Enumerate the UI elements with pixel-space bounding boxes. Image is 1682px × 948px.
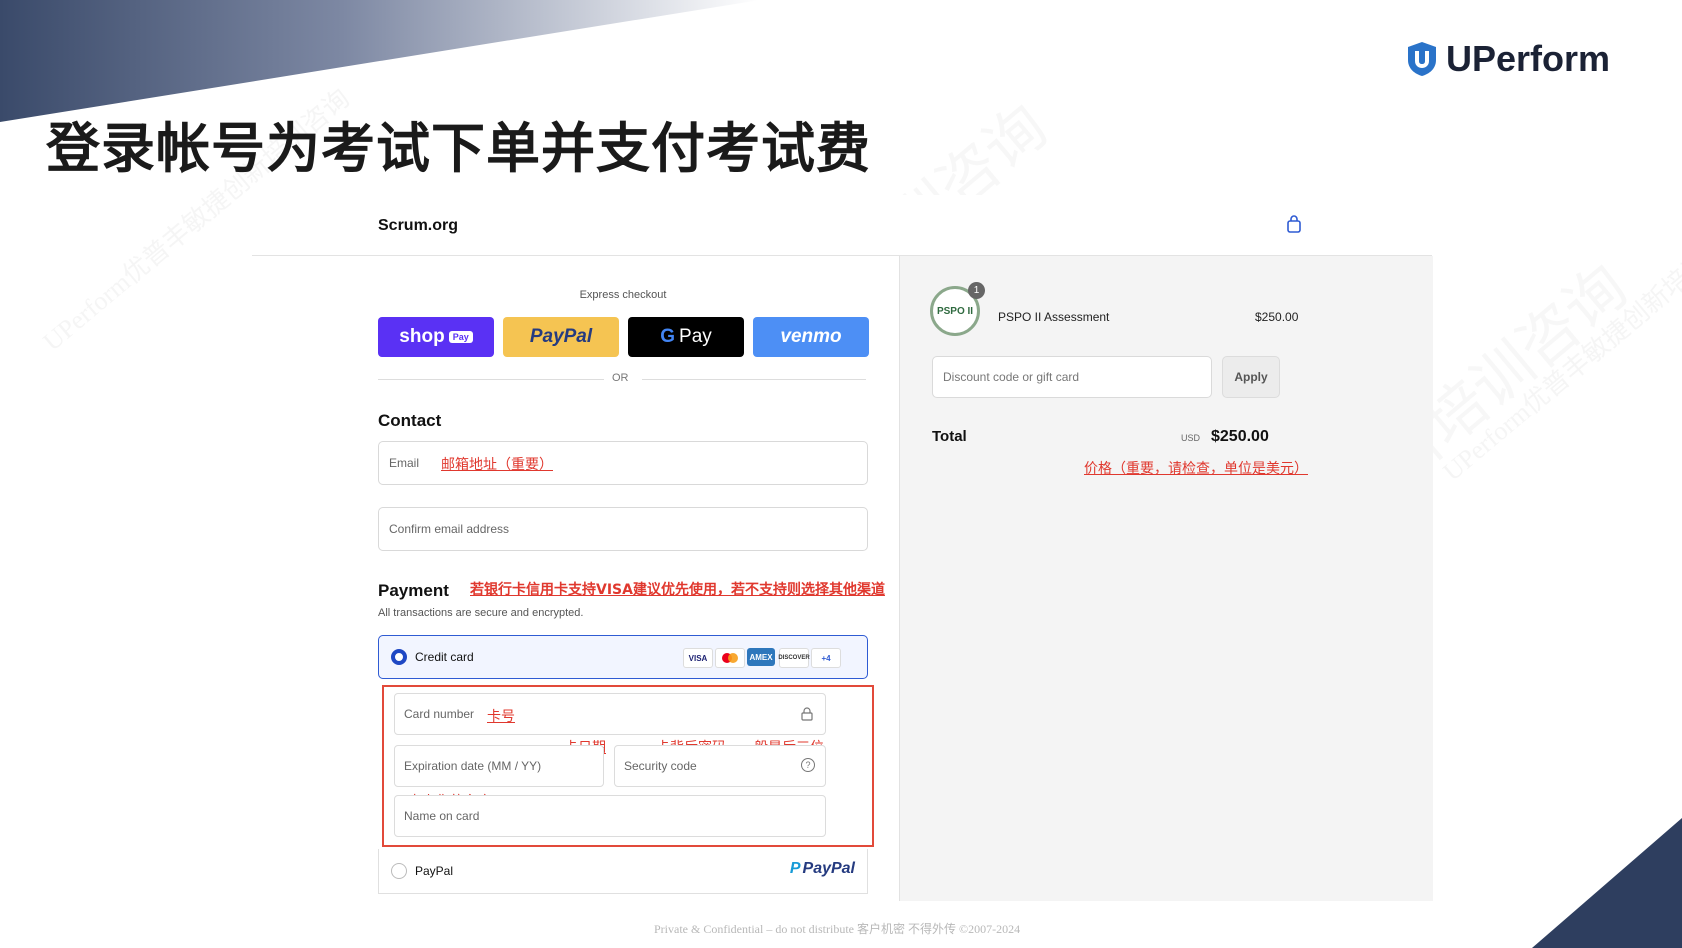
expiration-label: Expiration date (MM / YY) xyxy=(404,759,542,773)
security-code-input[interactable]: Security code ? xyxy=(614,745,826,787)
card-number-annotation: 卡号 xyxy=(487,709,515,725)
paypal-logo: P PayPal xyxy=(790,860,855,878)
currency-code: USD xyxy=(1181,433,1201,443)
secure-note: All transactions are secure and encrypte… xyxy=(378,607,584,619)
paypal-label: PayPal xyxy=(415,864,454,878)
name-on-card-label: Name on card xyxy=(404,809,480,823)
total-value: $250.00 xyxy=(1211,428,1269,445)
logo-text: UPerform xyxy=(1446,38,1611,79)
shield-logo-icon xyxy=(1408,42,1436,76)
shopping-bag-icon[interactable] xyxy=(1286,215,1302,233)
express-checkout-label: Express checkout xyxy=(579,289,667,301)
paypal-radio[interactable] xyxy=(391,863,407,879)
order-summary: PSPO II 1 PSPO II Assessment $250.00 Dis… xyxy=(899,256,1433,901)
discount-input[interactable]: Discount code or gift card xyxy=(932,356,1212,398)
total-label: Total xyxy=(932,428,967,445)
product-thumbnail: PSPO II 1 xyxy=(930,282,985,336)
expiration-input[interactable]: Expiration date (MM / YY) xyxy=(394,745,604,787)
divider xyxy=(642,379,866,380)
email-annotation: 邮箱地址（重要） xyxy=(441,457,553,473)
amex-icon: AMEX xyxy=(747,648,775,666)
help-icon[interactable]: ? xyxy=(801,758,815,772)
product-price: $250.00 xyxy=(1255,310,1299,324)
confirm-email-label: Confirm email address xyxy=(389,522,510,536)
discount-placeholder: Discount code or gift card xyxy=(943,370,1080,384)
credit-card-label: Credit card xyxy=(415,650,474,664)
contact-heading: Contact xyxy=(378,411,442,430)
security-code-label: Security code xyxy=(624,759,697,773)
payment-heading: Payment xyxy=(378,581,449,600)
more-cards-badge: +4 xyxy=(811,648,841,668)
credit-card-radio[interactable] xyxy=(391,649,407,665)
venmo-button[interactable]: venmo xyxy=(753,317,869,357)
lock-icon xyxy=(801,707,813,721)
email-label: Email xyxy=(389,456,420,470)
store-brand[interactable]: Scrum.org xyxy=(378,217,458,235)
checkout-screenshot: Scrum.org PSPO II 1 PSPO II Assessment $… xyxy=(252,195,1433,901)
google-g-icon: G xyxy=(660,326,676,347)
checkout-header: Scrum.org xyxy=(252,195,1432,256)
card-details-highlight: Card number 卡号 卡日期 卡背后密码，一般是后三位 Expirati… xyxy=(382,685,874,847)
divider xyxy=(378,379,604,380)
total-annotation: 价格（重要，请检查，单位是美元） xyxy=(1084,461,1308,477)
google-pay-button[interactable]: G Pay xyxy=(628,317,744,357)
paypal-p-icon: P xyxy=(789,860,801,877)
corner-decoration-bottom-right xyxy=(1532,818,1682,948)
quantity-badge: 1 xyxy=(968,282,985,299)
confirm-email-field[interactable]: Confirm email address xyxy=(378,507,868,551)
paypal-option[interactable]: PayPal P PayPal xyxy=(378,849,868,894)
uperform-logo: UPerform xyxy=(1406,38,1610,80)
paypal-express-button[interactable]: PayPal xyxy=(503,317,619,357)
footer-confidential: Private & Confidential – do not distribu… xyxy=(654,922,1021,936)
slide-title: 登录帐号为考试下单并支付考试费 xyxy=(46,117,871,180)
email-field[interactable]: Email 邮箱地址（重要） xyxy=(378,441,868,485)
watermark: UPerform优普丰敏捷创新培训咨询 xyxy=(1437,213,1682,487)
card-number-input[interactable]: Card number 卡号 xyxy=(394,693,826,735)
mastercard-icon xyxy=(715,648,745,668)
paypal-logo-text: PayPal xyxy=(802,860,855,877)
credit-card-option[interactable]: Credit card VISA AMEX DISCOVER +4 xyxy=(378,635,868,679)
shop-pay-label: shop xyxy=(399,326,445,347)
shop-pay-badge: Pay xyxy=(448,331,473,343)
name-on-card-input[interactable]: Name on card xyxy=(394,795,826,837)
product-name: PSPO II Assessment xyxy=(998,310,1110,324)
google-pay-label: Pay xyxy=(679,326,712,347)
payment-annotation: 若银行卡信用卡支持VISA建议优先使用，若不支持则选择其他渠道 xyxy=(470,582,885,598)
shop-pay-button[interactable]: shop Pay xyxy=(378,317,494,357)
visa-icon: VISA xyxy=(683,648,713,668)
or-separator: OR xyxy=(612,372,629,384)
discover-icon: DISCOVER xyxy=(778,648,810,668)
card-number-label: Card number xyxy=(404,707,475,721)
apply-button[interactable]: Apply xyxy=(1222,356,1280,398)
